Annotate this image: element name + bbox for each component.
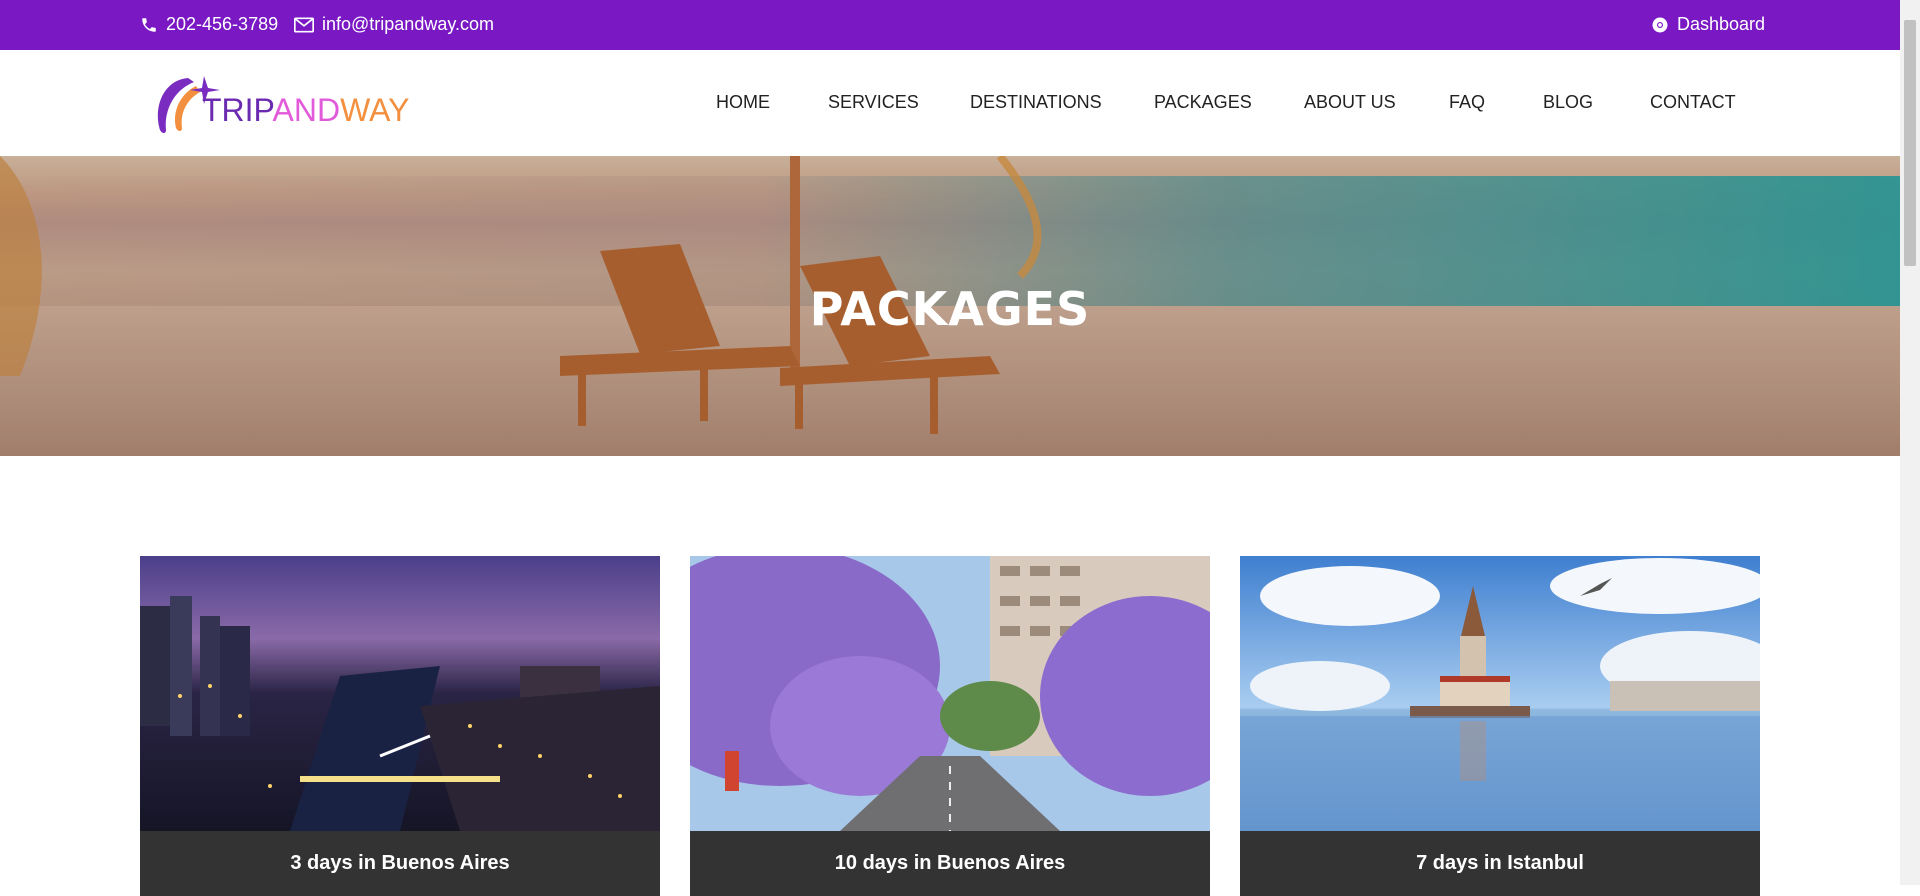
package-image-buenos-aires-night [140, 556, 660, 831]
email-address: info@tripandway.com [322, 14, 495, 34]
top-contact-bar: 202-456-3789 info@tripandway.com Dashboa… [0, 0, 1900, 50]
package-card[interactable]: 10 days in Buenos Aires [690, 556, 1210, 896]
logo-text: TRIPANDWAY [202, 92, 410, 128]
chrome-icon [1651, 16, 1669, 34]
nav-services[interactable]: SERVICES [828, 92, 919, 113]
package-image-buenos-aires-jacaranda [690, 556, 1210, 831]
dashboard-label: Dashboard [1677, 14, 1766, 34]
envelope-icon [294, 17, 314, 33]
package-card[interactable]: 3 days in Buenos Aires [140, 556, 660, 896]
nav-blog[interactable]: BLOG [1543, 92, 1593, 113]
phone-contact[interactable]: 202-456-3789 [140, 14, 278, 35]
package-card[interactable]: 7 days in Istanbul [1240, 556, 1760, 896]
page-title: PACKAGES [809, 282, 1091, 336]
site-logo[interactable]: TRIPANDWAY [148, 68, 409, 138]
email-contact[interactable]: info@tripandway.com [294, 14, 494, 35]
phone-number: 202-456-3789 [166, 14, 279, 34]
nav-faq[interactable]: FAQ [1449, 92, 1485, 113]
nav-packages[interactable]: PACKAGES [1154, 92, 1252, 113]
package-title: 7 days in Istanbul [1416, 852, 1584, 874]
site-header: TRIPANDWAY HOME SERVICES DESTINATIONS PA… [0, 50, 1900, 156]
nav-destinations[interactable]: DESTINATIONS [970, 92, 1102, 113]
page-scrollbar[interactable] [1900, 0, 1920, 885]
nav-home[interactable]: HOME [716, 92, 770, 113]
page-banner: PACKAGES [0, 156, 1900, 456]
nav-contact[interactable]: CONTACT [1650, 92, 1736, 113]
package-image-istanbul-maiden-tower [1240, 556, 1760, 831]
nav-about-us[interactable]: ABOUT US [1304, 92, 1396, 113]
scrollbar-thumb[interactable] [1904, 20, 1916, 266]
package-title: 3 days in Buenos Aires [290, 852, 510, 874]
dashboard-link[interactable]: Dashboard [1651, 14, 1765, 35]
package-title: 10 days in Buenos Aires [834, 852, 1066, 874]
phone-icon [140, 16, 158, 34]
